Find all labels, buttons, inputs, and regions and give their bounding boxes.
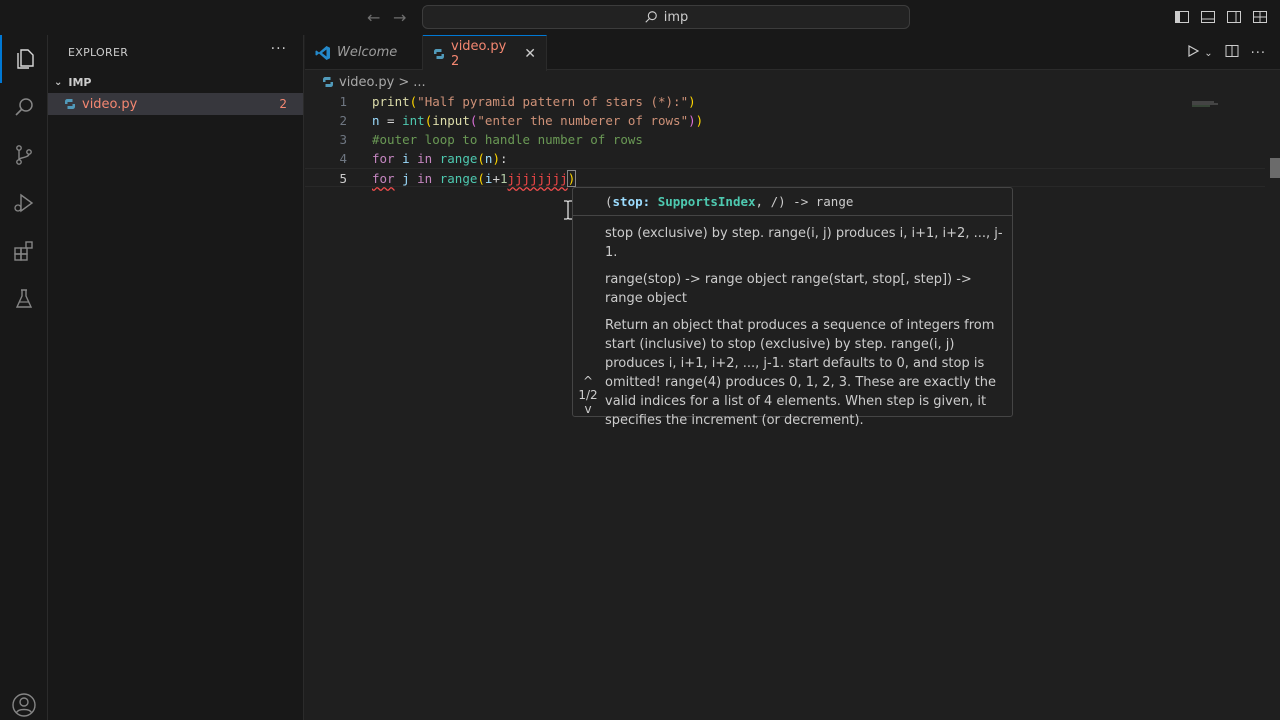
- title-bar: ← → imp: [0, 0, 1280, 35]
- token: 1: [499, 171, 508, 186]
- token: =: [379, 113, 403, 128]
- tab-label: video.py 2: [451, 38, 507, 69]
- more-actions-icon[interactable]: ···: [271, 41, 287, 57]
- code-line[interactable]: 2 n = int(input("enter the numberer of r…: [305, 111, 1265, 130]
- arrow-left-icon[interactable]: ←: [367, 8, 380, 27]
- token: (: [477, 151, 485, 166]
- command-center-search[interactable]: imp: [422, 5, 910, 29]
- breadcrumb: video.py > ...: [322, 72, 426, 92]
- scrollbar-thumb[interactable]: [1270, 158, 1280, 178]
- tab-video-py[interactable]: video.py 2 ✕: [423, 35, 547, 71]
- file-video-py[interactable]: video.py 2: [48, 93, 303, 115]
- doc-paragraph: stop (exclusive) by step. range(i, j) pr…: [605, 226, 1003, 260]
- token: for: [372, 151, 395, 166]
- run-python-file-icon[interactable]: [1186, 44, 1200, 62]
- folder-imp[interactable]: ⌄ IMP: [48, 71, 303, 93]
- code-line-current[interactable]: 5 for j in range(i+1jjjjjjjj): [305, 168, 1265, 187]
- command-center-text: imp: [663, 9, 689, 25]
- search-icon: [645, 11, 657, 23]
- chevron-up-icon[interactable]: ^: [575, 374, 601, 388]
- editor-tabs: Welcome video.py 2 ✕ ⌄ ···: [305, 35, 1280, 71]
- python-file-icon: [433, 48, 445, 60]
- search-icon[interactable]: [0, 83, 48, 131]
- arrow-right-icon[interactable]: →: [393, 8, 406, 27]
- account-icon[interactable]: [0, 690, 48, 720]
- line-number: 4: [339, 151, 347, 166]
- python-file-icon: [322, 76, 334, 88]
- token: :: [499, 151, 508, 166]
- code-line[interactable]: 4 for i in range(n):: [305, 149, 1265, 168]
- toggle-secondary-sidebar-icon[interactable]: [1226, 9, 1242, 25]
- token: i: [394, 151, 418, 166]
- toggle-primary-sidebar-icon[interactable]: [1174, 9, 1190, 25]
- token: input: [432, 113, 470, 128]
- token: range: [432, 151, 478, 166]
- chevron-down-icon: ⌄: [54, 76, 63, 88]
- ibeam-cursor-icon: [563, 200, 573, 220]
- breadcrumb-symbols[interactable]: ...: [413, 75, 425, 90]
- line-number: 3: [339, 132, 347, 147]
- code-line[interactable]: 1 print("Half pyramid pattern of stars (…: [305, 92, 1265, 111]
- more-actions-icon[interactable]: ···: [1251, 46, 1266, 61]
- token: int: [402, 113, 425, 128]
- files-icon[interactable]: [0, 35, 48, 83]
- token: "Half pyramid pattern of stars (*):": [417, 94, 689, 109]
- split-editor-icon[interactable]: [1225, 44, 1239, 62]
- signature-counter: 1/2: [578, 388, 598, 402]
- signature-help-popup: (stop: SupportsIndex, /) -> range stop (…: [572, 187, 1013, 428]
- line-number: 2: [339, 113, 347, 128]
- active-parameter: stop: [612, 194, 643, 209]
- token-error: for: [372, 171, 395, 186]
- token-error: jjjjjjjj: [507, 171, 568, 186]
- close-icon[interactable]: ✕: [524, 46, 536, 62]
- token: ): [688, 94, 696, 109]
- customize-layout-icon[interactable]: [1252, 9, 1268, 25]
- token: n: [372, 113, 380, 128]
- breadcrumb-separator: >: [398, 74, 410, 90]
- token: ): [566, 170, 577, 187]
- vscode-logo-icon: [315, 45, 331, 61]
- activity-bar: [0, 35, 48, 720]
- token: :: [642, 194, 658, 209]
- toggle-panel-icon[interactable]: [1200, 9, 1216, 25]
- parameter-type: SupportsIndex: [657, 194, 756, 209]
- problems-badge: 2: [279, 97, 287, 111]
- sidebar-title: EXPLORER: [68, 46, 129, 59]
- token: +: [492, 171, 500, 186]
- token: "enter the numberer of rows": [477, 113, 689, 128]
- tab-welcome[interactable]: Welcome: [305, 35, 423, 70]
- folder-label: IMP: [68, 75, 92, 89]
- line-number: 1: [339, 94, 347, 109]
- source-control-icon[interactable]: [0, 131, 48, 179]
- token: #outer loop to handle number of rows: [372, 132, 643, 147]
- python-file-icon: [64, 98, 76, 110]
- token: , /) -> range: [755, 194, 854, 209]
- chevron-down-icon[interactable]: v: [575, 402, 601, 416]
- file-name: video.py: [82, 96, 138, 112]
- doc-paragraph: range(stop) -> range object range(start,…: [605, 272, 972, 306]
- extensions-icon[interactable]: [0, 227, 48, 275]
- token: ): [695, 113, 704, 128]
- token: ): [492, 151, 500, 166]
- signature-navigation: ^ 1/2 v: [575, 374, 601, 416]
- chevron-down-icon[interactable]: ⌄: [1204, 48, 1212, 59]
- signature-line: (stop: SupportsIndex, /) -> range: [573, 188, 1012, 216]
- code-line[interactable]: 3 #outer loop to handle number of rows: [305, 130, 1265, 149]
- token: (: [477, 171, 485, 186]
- testing-icon[interactable]: [0, 275, 48, 323]
- token: j: [394, 171, 418, 186]
- explorer-sidebar: EXPLORER ··· ⌄ IMP video.py 2: [48, 35, 304, 720]
- token: in: [417, 151, 433, 166]
- breadcrumb-file[interactable]: video.py: [339, 75, 394, 90]
- token: range: [432, 171, 478, 186]
- run-debug-icon[interactable]: [0, 179, 48, 227]
- token: in: [417, 171, 433, 186]
- token: print: [372, 94, 410, 109]
- token: ): [688, 113, 696, 128]
- token: (: [605, 194, 613, 209]
- line-number: 5: [339, 171, 347, 186]
- doc-paragraph: Return an object that produces a sequenc…: [605, 318, 996, 428]
- minimap[interactable]: [1192, 92, 1222, 107]
- tab-label: Welcome: [337, 45, 398, 60]
